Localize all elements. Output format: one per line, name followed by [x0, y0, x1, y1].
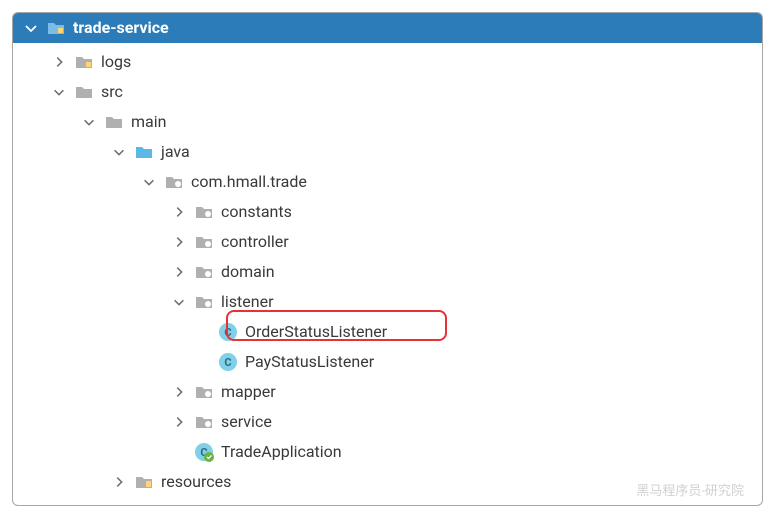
package-icon	[194, 232, 214, 252]
tree-node-controller[interactable]: controller	[13, 227, 762, 257]
chevron-right-icon	[171, 234, 187, 250]
resources-folder-icon	[134, 472, 154, 492]
tree-node-java[interactable]: java	[13, 137, 762, 167]
tree-node-constants[interactable]: constants	[13, 197, 762, 227]
node-label: resources	[161, 474, 231, 490]
chevron-down-icon	[51, 84, 67, 100]
chevron-down-icon	[81, 114, 97, 130]
node-label: logs	[101, 54, 131, 70]
folder-icon	[74, 52, 94, 72]
node-label: main	[131, 114, 166, 130]
node-label: listener	[221, 294, 274, 310]
tree-node-domain[interactable]: domain	[13, 257, 762, 287]
tree-node-logs[interactable]: logs	[13, 47, 762, 77]
folder-icon	[104, 112, 124, 132]
chevron-right-icon	[171, 264, 187, 280]
tree-node-resources[interactable]: resources	[13, 467, 762, 497]
class-icon: C	[218, 322, 238, 342]
tree-node-listener[interactable]: listener	[13, 287, 762, 317]
folder-icon	[74, 82, 94, 102]
node-label: constants	[221, 204, 292, 220]
chevron-down-icon	[171, 294, 187, 310]
package-icon	[164, 172, 184, 192]
node-label: OrderStatusListener	[245, 324, 387, 340]
class-icon: C	[218, 352, 238, 372]
tree-node-main[interactable]: main	[13, 107, 762, 137]
svg-text:C: C	[224, 356, 231, 369]
module-folder-icon	[46, 18, 66, 38]
svg-text:C: C	[224, 326, 231, 339]
tree-node-pay-status-listener[interactable]: C PayStatusListener	[13, 347, 762, 377]
file-tree: logs src main java com.hmall.trade const…	[13, 43, 762, 505]
package-icon	[194, 292, 214, 312]
tree-node-package[interactable]: com.hmall.trade	[13, 167, 762, 197]
chevron-right-icon	[171, 384, 187, 400]
node-label: java	[161, 144, 190, 160]
chevron-right-icon	[51, 54, 67, 70]
tree-header[interactable]: trade-service	[13, 13, 762, 43]
chevron-right-icon	[171, 414, 187, 430]
chevron-right-icon	[171, 204, 187, 220]
tree-node-trade-application[interactable]: C TradeApplication	[13, 437, 762, 467]
node-label: mapper	[221, 384, 276, 400]
package-icon	[194, 412, 214, 432]
node-label: src	[101, 84, 123, 100]
node-label: TradeApplication	[221, 444, 342, 460]
package-icon	[194, 202, 214, 222]
chevron-right-icon	[111, 474, 127, 490]
spring-app-icon: C	[194, 442, 214, 462]
tree-node-mapper[interactable]: mapper	[13, 377, 762, 407]
tree-node-src[interactable]: src	[13, 77, 762, 107]
chevron-down-icon	[141, 174, 157, 190]
node-label: domain	[221, 264, 275, 280]
chevron-down-icon	[23, 20, 39, 36]
node-label: com.hmall.trade	[191, 174, 307, 190]
node-label: PayStatusListener	[245, 354, 374, 370]
header-title: trade-service	[73, 20, 169, 36]
package-icon	[194, 262, 214, 282]
project-tree-panel: trade-service logs src main java com.hma…	[12, 12, 763, 506]
node-label: controller	[221, 234, 289, 250]
node-label: service	[221, 414, 272, 430]
package-icon	[194, 382, 214, 402]
tree-node-service[interactable]: service	[13, 407, 762, 437]
tree-node-order-status-listener[interactable]: C OrderStatusListener	[13, 317, 762, 347]
source-folder-icon	[134, 142, 154, 162]
chevron-down-icon	[111, 144, 127, 160]
